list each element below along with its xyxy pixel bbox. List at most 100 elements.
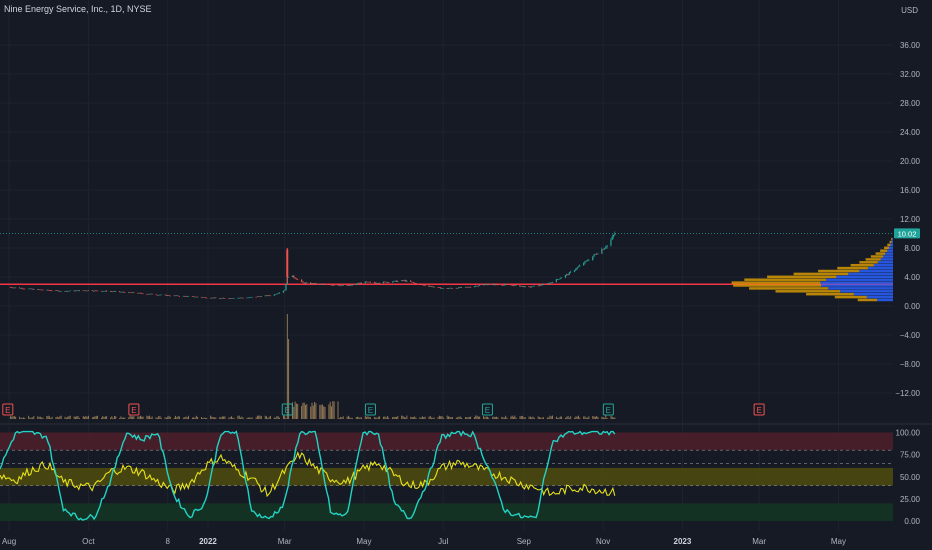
volume-bar (432, 417, 434, 419)
candle-body (238, 297, 240, 299)
candle-body (459, 287, 461, 288)
candle-body (220, 298, 222, 299)
candle-body (557, 279, 559, 280)
volume-bar (214, 417, 215, 419)
candle-body (115, 291, 117, 292)
volume-profile-down-bar (884, 246, 889, 250)
volume-bar (376, 417, 378, 419)
volume-bar (457, 417, 459, 419)
volume-bar (570, 416, 572, 419)
candle-body (168, 295, 170, 296)
candle-body (173, 295, 175, 297)
candle-body (341, 285, 343, 286)
price-tick-label: −8.00 (900, 360, 921, 369)
volume-bar (188, 415, 189, 419)
candle-body (493, 284, 495, 285)
price-tick-label: 8.00 (904, 244, 920, 253)
candle-body (74, 290, 76, 292)
time-tick-label: Aug (2, 537, 16, 546)
candle-body (27, 288, 30, 290)
candle-body (86, 290, 88, 292)
candle-body (597, 253, 599, 255)
candle-body (264, 295, 266, 297)
volume-bar (593, 416, 595, 419)
candle-body (138, 292, 140, 294)
candle-body (105, 290, 108, 292)
candle-body (24, 288, 26, 290)
volume-bar (379, 416, 381, 419)
candle-body (424, 285, 426, 286)
chart-canvas[interactable]: E E E E E E E 36.00 32.00 28.00 24.00 20.00 16.00 12… (0, 0, 932, 550)
volume-bar (383, 416, 384, 419)
candle-body (477, 285, 479, 287)
volume-bar (206, 417, 208, 419)
candle-body (432, 286, 434, 288)
candle-body (382, 281, 385, 283)
candle-body (186, 296, 188, 297)
volume-bar (128, 417, 130, 419)
candle-body (488, 284, 490, 285)
volume-profile-up-bar (873, 263, 893, 267)
volume-bar (67, 416, 69, 419)
volume-bar (37, 416, 39, 419)
volume-bar (592, 415, 594, 419)
candle-body (247, 297, 249, 299)
volume-bar (197, 416, 199, 419)
volume-bar (286, 314, 288, 419)
volume-bar (168, 415, 170, 419)
candle-body (355, 284, 357, 285)
candle-body (148, 293, 151, 295)
candle-body (222, 297, 225, 299)
candle-body (586, 260, 589, 262)
candle-body (313, 283, 316, 284)
candle-body (22, 288, 24, 290)
candle-body (328, 284, 330, 286)
volume-bar (111, 416, 113, 419)
candle-body (120, 291, 122, 293)
candle-body (51, 290, 53, 292)
volume-bar (555, 416, 557, 419)
candle-body (475, 285, 477, 287)
volume-bar (159, 415, 161, 419)
candle-body (273, 294, 275, 296)
volume-bar (12, 416, 14, 419)
candle-body (541, 284, 543, 286)
candle-body (30, 288, 32, 290)
volume-bar (78, 417, 80, 419)
candle-body (473, 286, 476, 288)
candle-body (47, 289, 49, 291)
candle-body (360, 282, 362, 284)
volume-bar (510, 416, 512, 419)
candle-body (142, 293, 144, 295)
candle-body (438, 287, 440, 288)
candle-body (546, 283, 548, 285)
volume-bar (461, 417, 462, 419)
volume-profile-down-bar (889, 240, 892, 244)
volume-bar (351, 417, 353, 419)
oscillator-band-neutral (0, 467, 893, 486)
volume-bar (446, 415, 448, 419)
volume-bar (455, 417, 457, 419)
candle-body (276, 293, 278, 295)
volume-bar (451, 416, 453, 419)
candle-body (40, 289, 43, 291)
candle-body (100, 290, 102, 292)
candle-body (78, 290, 80, 292)
volume-bar (242, 417, 244, 419)
volume-bar (110, 417, 111, 419)
candle-body (284, 290, 286, 291)
oscillator-pane[interactable] (0, 430, 893, 521)
volume-bar (220, 417, 222, 419)
volume-bar (360, 417, 362, 419)
candle-body (239, 297, 242, 299)
volume-bar (315, 403, 317, 419)
candle-body (282, 290, 284, 293)
candle-body (560, 277, 563, 279)
candle-body (482, 284, 485, 286)
volume-bar (50, 417, 52, 419)
volume-bar (46, 416, 48, 419)
volume-bar (528, 416, 530, 419)
volume-bar (411, 417, 413, 419)
volume-bar (320, 404, 322, 419)
candle-body (423, 284, 425, 286)
